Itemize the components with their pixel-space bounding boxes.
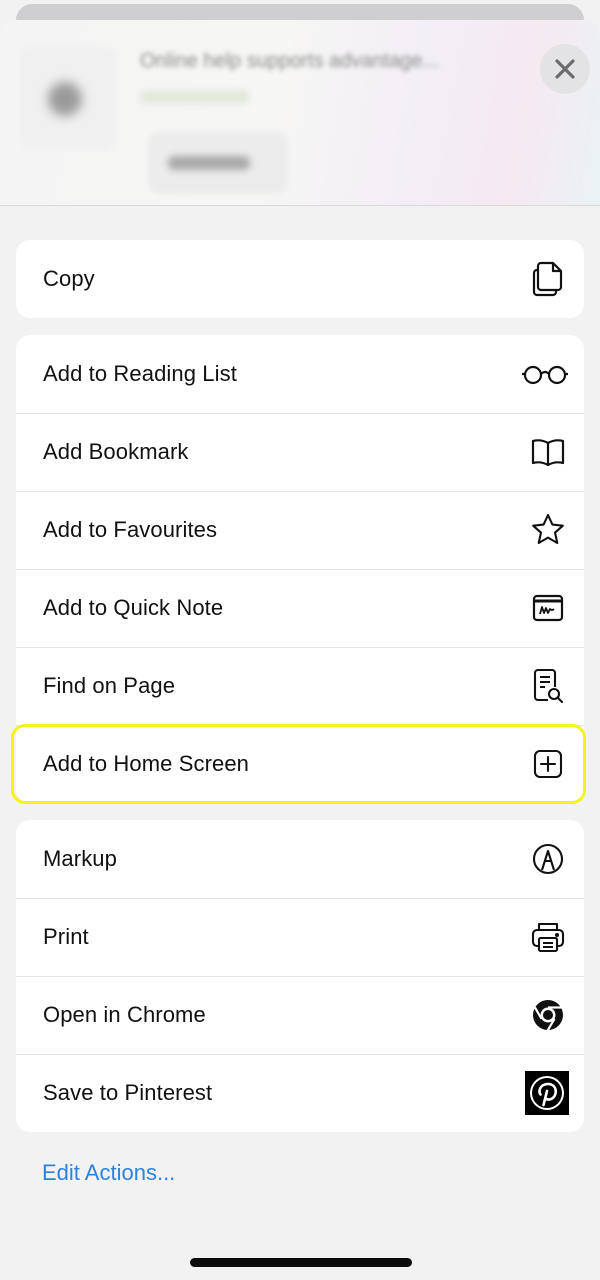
action-find-on-page[interactable]: Find on Page [16,647,584,725]
markup-pen-icon [526,837,570,881]
copy-icon [526,257,570,301]
preview-options-chip[interactable] [148,132,288,194]
action-add-to-favourites[interactable]: Add to Favourites [16,491,584,569]
pinterest-icon [525,1071,569,1115]
book-icon [526,430,570,474]
edit-actions-link[interactable]: Edit Actions... [42,1160,175,1186]
plus-square-icon [526,742,570,786]
action-group-extensions: Markup Print Open in Chrome Save to Pint… [16,820,584,1132]
action-group-copy: Copy [16,240,584,318]
action-label: Add Bookmark [43,439,189,464]
chrome-icon [526,993,570,1037]
action-label: Add to Quick Note [43,595,224,620]
action-group-browser: Add to Reading List Add Bookmark Add to … [16,335,584,803]
action-label: Save to Pinterest [43,1080,213,1105]
printer-icon [526,915,570,959]
action-label: Add to Reading List [43,361,237,386]
star-icon [526,508,570,552]
action-open-in-chrome[interactable]: Open in Chrome [16,976,584,1054]
action-add-bookmark[interactable]: Add Bookmark [16,413,584,491]
preview-thumbnail [20,46,116,150]
preview-subtitle [140,90,250,104]
action-print[interactable]: Print [16,898,584,976]
action-label: Print [43,924,89,949]
find-on-page-icon [526,664,570,708]
action-label: Copy [43,266,95,291]
action-label: Add to Home Screen [43,751,250,776]
action-save-to-pinterest[interactable]: Save to Pinterest [16,1054,584,1132]
action-label: Markup [43,846,117,871]
preview-title: Online help supports advantage... [140,50,440,72]
quick-note-icon [526,586,570,630]
action-add-to-quick-note[interactable]: Add to Quick Note [16,569,584,647]
action-add-to-home-screen[interactable]: Add to Home Screen [16,725,584,803]
action-label: Add to Favourites [43,517,218,542]
share-preview-header: Online help supports advantage... [0,20,600,206]
close-icon [555,59,575,79]
glasses-icon [520,352,570,396]
action-label: Open in Chrome [43,1002,206,1027]
action-copy[interactable]: Copy [16,240,584,318]
action-add-to-reading-list[interactable]: Add to Reading List [16,335,584,413]
action-label: Find on Page [43,673,176,698]
close-button[interactable] [540,44,590,94]
action-markup[interactable]: Markup [16,820,584,898]
home-indicator [190,1258,412,1267]
